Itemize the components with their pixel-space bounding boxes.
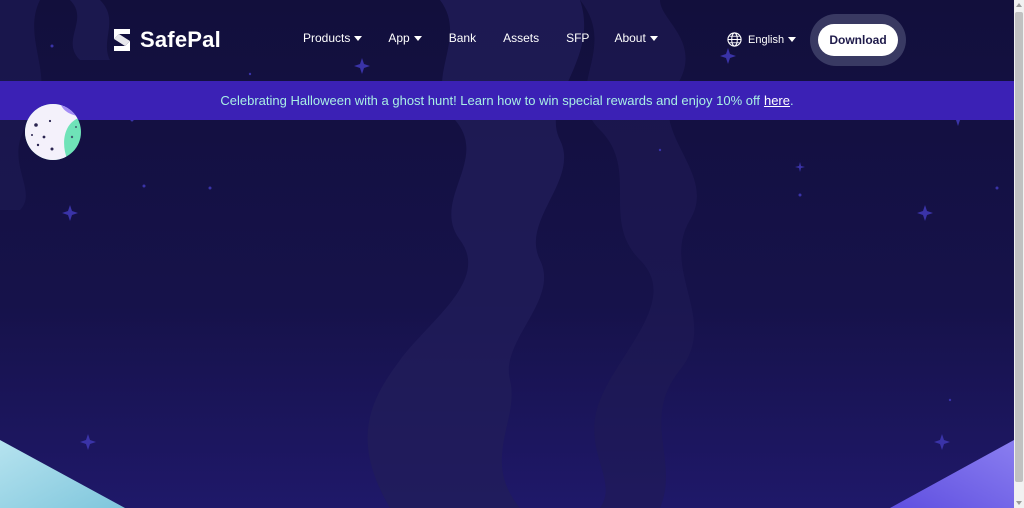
corner-triangle-right — [890, 440, 1014, 508]
nav-item-label: Assets — [503, 31, 540, 45]
language-label: English — [748, 33, 785, 46]
nav-item-label: App — [388, 31, 410, 45]
safepal-logo-icon — [114, 29, 130, 51]
nav-item-label: SFP — [566, 31, 590, 45]
nav-item-bank[interactable]: Bank — [449, 31, 476, 45]
announcement-banner: Celebrating Halloween with a ghost hunt!… — [0, 81, 1014, 120]
corner-triangle-left — [0, 440, 125, 508]
globe-icon — [727, 32, 742, 47]
banner-link[interactable]: here — [764, 93, 790, 108]
nav-item-label: Bank — [448, 31, 477, 45]
brand-name: SafePal — [140, 27, 221, 52]
nav-item-products[interactable]: Products — [303, 31, 363, 45]
caret-down-icon — [649, 35, 658, 41]
caret-down-icon — [788, 37, 797, 42]
main-nav: Products App Bank Assets SFP About — [300, 31, 658, 45]
caret-down-icon — [354, 35, 363, 41]
language-selector[interactable]: English — [727, 32, 797, 47]
site-header: SafePal Products App Bank Assets SFP Abo… — [0, 0, 1014, 81]
caret-down-icon — [413, 35, 422, 41]
scroll-up-arrow-icon[interactable] — [1016, 3, 1022, 7]
banner-text: Celebrating Halloween with a ghost hunt!… — [220, 93, 760, 108]
nav-item-app[interactable]: App — [388, 31, 422, 45]
nav-item-assets[interactable]: Assets — [503, 31, 539, 45]
download-button[interactable]: Download — [818, 24, 898, 56]
scroll-down-arrow-icon[interactable] — [1016, 501, 1022, 505]
banner-suffix: . — [790, 93, 794, 108]
scrollbar-thumb[interactable] — [1015, 12, 1023, 482]
brand-logo[interactable]: SafePal — [110, 27, 221, 53]
nav-item-about[interactable]: About — [614, 31, 658, 45]
page: SafePal Products App Bank Assets SFP Abo… — [0, 0, 1014, 508]
download-button-halo: Download — [810, 14, 906, 66]
nav-item-label: About — [614, 31, 646, 45]
moon-icon — [25, 104, 81, 160]
nav-item-sfp[interactable]: SFP — [566, 31, 589, 45]
vertical-scrollbar[interactable] — [1014, 0, 1024, 508]
nav-item-label: Products — [303, 31, 351, 45]
